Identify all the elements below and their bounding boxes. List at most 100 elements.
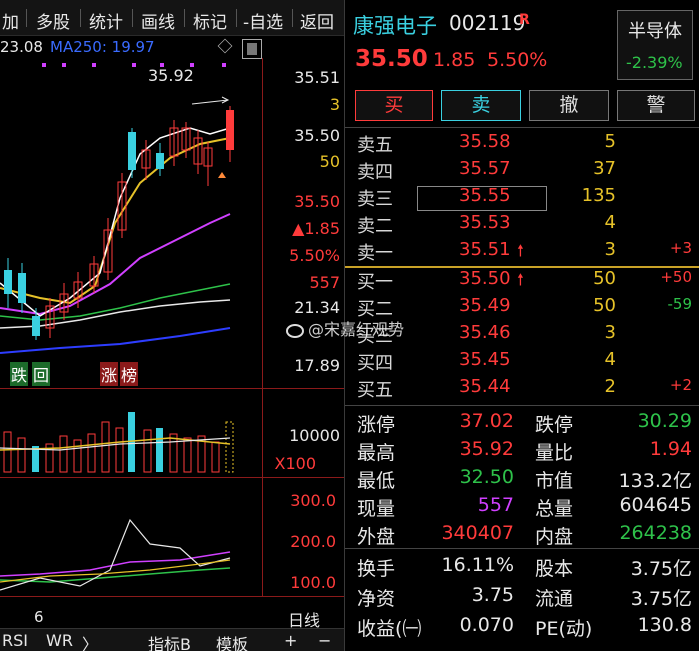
ask-row[interactable]: 卖五 35.58 5 bbox=[345, 131, 699, 158]
stat-limit-down: 30.29 bbox=[637, 410, 692, 432]
price-axis-current-volume: 557 bbox=[309, 273, 340, 292]
panel-toggle-icon[interactable] bbox=[242, 39, 262, 59]
bid-price: 35.44 bbox=[459, 376, 511, 397]
ask-volume: 135 bbox=[581, 185, 616, 206]
stat-label: 收益(㈠ bbox=[357, 618, 422, 640]
badge-bang[interactable]: 榜 bbox=[120, 362, 139, 386]
alert-button[interactable]: 警 bbox=[617, 90, 695, 121]
ask-row[interactable]: 卖四 35.57 37 bbox=[345, 158, 699, 185]
toolbar-multi-stock[interactable]: 多股 bbox=[36, 8, 70, 33]
toolbar-back[interactable]: 返回 bbox=[300, 8, 334, 33]
ma250-label: MA250: 19.97 bbox=[50, 38, 155, 56]
stat-label: 内盘 bbox=[535, 526, 574, 548]
stat-label: PE(动) bbox=[535, 618, 593, 640]
stat-low: 32.50 bbox=[459, 466, 514, 488]
kline-chart-area[interactable]: 23.08 MA250: 19.97 35.92 35.51 3 35.50 5… bbox=[0, 36, 344, 651]
toolbar-draw-line[interactable]: 画线 bbox=[141, 8, 175, 33]
zoom-out-icon[interactable]: − bbox=[318, 631, 331, 650]
ask-volume: 4 bbox=[604, 212, 616, 233]
buy-button[interactable]: 买 bbox=[355, 90, 433, 121]
stat-volume-ratio: 1.94 bbox=[649, 438, 692, 460]
kline-main-plot[interactable] bbox=[0, 58, 262, 402]
stat-net-asset: 3.75 bbox=[471, 584, 514, 606]
toolbar-separator bbox=[26, 9, 27, 27]
tab-template[interactable]: 模板 bbox=[216, 631, 248, 651]
bid-row[interactable]: 买一 35.50 🠕 50 +50 bbox=[345, 268, 699, 295]
stat-limit-up: 37.02 bbox=[459, 410, 514, 432]
chart-toolbar: 加 多股 统计 画线 标记 -自选 返回 bbox=[0, 0, 344, 36]
bid-label: 买五 bbox=[357, 380, 393, 401]
stat-label: 股本 bbox=[535, 558, 574, 580]
bid-label: 买四 bbox=[357, 353, 393, 374]
toolbar-separator bbox=[236, 9, 237, 27]
tab-rsi[interactable]: RSI bbox=[2, 631, 28, 650]
bid-volume: 50 bbox=[593, 268, 616, 289]
ask-volume: 5 bbox=[604, 131, 616, 152]
ask-row[interactable]: 卖一 35.51 🠕 3 +3 bbox=[345, 239, 699, 266]
stat-turnover: 16.11% bbox=[441, 554, 514, 576]
pane-separator bbox=[0, 388, 344, 389]
ma-header-value: 23.08 bbox=[0, 38, 43, 56]
tab-wr[interactable]: WR bbox=[46, 631, 73, 650]
price-axis-volume: 50 bbox=[319, 152, 340, 171]
divider bbox=[345, 405, 699, 406]
sector-change: -2.39% bbox=[626, 53, 683, 72]
indicator-plot[interactable] bbox=[0, 480, 262, 594]
bid-price: 35.50 bbox=[459, 268, 511, 289]
bid-price: 35.45 bbox=[459, 349, 511, 370]
volume-axis-label: 10000 bbox=[289, 426, 340, 445]
diamond-icon[interactable] bbox=[217, 38, 233, 54]
badge-hui[interactable]: 回 bbox=[32, 362, 51, 386]
stat-label: 市值 bbox=[535, 470, 574, 492]
price-axis-label: 35.50 bbox=[294, 126, 340, 145]
sell-button[interactable]: 卖 bbox=[441, 90, 521, 121]
badge-die[interactable]: 跌 bbox=[10, 362, 29, 386]
ask-row[interactable]: 卖三 35.55 135 bbox=[345, 185, 699, 212]
cancel-order-button[interactable]: 撤 bbox=[529, 90, 609, 121]
badge-zhang[interactable]: 涨 bbox=[100, 362, 119, 386]
ask-price: 35.51 bbox=[459, 239, 511, 260]
volume-plot[interactable] bbox=[0, 392, 262, 474]
price-axis-line bbox=[262, 58, 263, 402]
divider bbox=[345, 127, 699, 128]
toolbar-mark[interactable]: 标记 bbox=[193, 8, 227, 33]
stat-current-volume: 557 bbox=[477, 494, 514, 516]
ask-volume: 37 bbox=[593, 158, 616, 179]
stat-label: 跌停 bbox=[535, 414, 574, 436]
watermark-text: @宋嘉红观势 bbox=[308, 320, 405, 339]
up-arrow-icon: 🠕 bbox=[517, 270, 524, 289]
rsi-axis-line bbox=[262, 477, 263, 596]
up-arrow-icon: 🠕 bbox=[517, 241, 524, 260]
tab-indicator-b[interactable]: 指标B bbox=[148, 631, 191, 651]
price-change-pct: 5.50% bbox=[487, 49, 548, 71]
stat-share-capital: 3.75亿 bbox=[630, 558, 692, 580]
toolbar-separator bbox=[80, 9, 81, 27]
toolbar-remove-watchlist[interactable]: -自选 bbox=[243, 8, 283, 33]
signal-dots bbox=[42, 63, 226, 67]
bid-row[interactable]: 买四 35.45 4 bbox=[345, 349, 699, 376]
weibo-logo-icon bbox=[286, 323, 304, 338]
price-axis-change: ▲1.85 bbox=[292, 219, 340, 238]
toolbar-statistics[interactable]: 统计 bbox=[89, 8, 123, 33]
stat-high: 35.92 bbox=[459, 438, 514, 460]
sector-box[interactable]: 半导体 -2.39% bbox=[617, 10, 693, 80]
ask-price: 35.55 bbox=[459, 185, 511, 206]
price-axis-label: 17.89 bbox=[294, 356, 340, 375]
price-axis-change-pct: 5.50% bbox=[289, 246, 340, 265]
rsi-axis-label: 200.0 bbox=[290, 532, 336, 551]
stat-market-cap: 133.2亿 bbox=[618, 470, 692, 492]
toolbar-separator bbox=[184, 9, 185, 27]
date-label: 6 bbox=[34, 608, 44, 626]
ask-row[interactable]: 卖二 35.53 4 bbox=[345, 212, 699, 239]
stat-label: 最低 bbox=[357, 470, 396, 492]
bid-volume: 4 bbox=[604, 349, 616, 370]
toolbar-separator bbox=[292, 9, 293, 27]
zoom-in-icon[interactable]: + bbox=[284, 631, 297, 650]
tab-more-chevron-icon[interactable]: 〉 bbox=[82, 631, 98, 651]
toolbar-add[interactable]: 加 bbox=[2, 8, 19, 33]
bid-volume: 2 bbox=[604, 376, 616, 397]
stat-label: 换手 bbox=[357, 558, 396, 580]
stat-pe-ratio: 130.8 bbox=[637, 614, 692, 636]
bid-row[interactable]: 买五 35.44 2 +2 bbox=[345, 376, 699, 403]
margin-flag-badge: R bbox=[519, 12, 530, 28]
